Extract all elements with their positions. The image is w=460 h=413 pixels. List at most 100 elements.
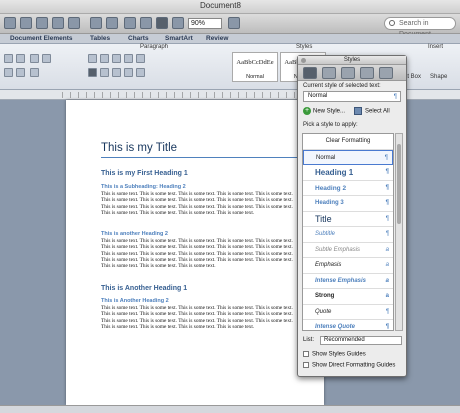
- doc-heading-2: This is another Heading 2: [101, 231, 168, 237]
- paragraph-mark-icon: ¶: [385, 231, 389, 237]
- change-case-icon[interactable]: [30, 54, 39, 63]
- bullets-icon[interactable]: [88, 54, 97, 63]
- line-spacing-icon[interactable]: [136, 68, 145, 77]
- undo-icon[interactable]: [90, 17, 102, 29]
- style-item-intense-quote[interactable]: Intense Quote ¶: [303, 320, 393, 330]
- increase-indent-icon[interactable]: [136, 54, 145, 63]
- reference-tools-icon[interactable]: [379, 67, 393, 79]
- shape-label[interactable]: Shape: [430, 74, 447, 80]
- formatting-palette-icon[interactable]: [322, 67, 336, 79]
- align-center-icon[interactable]: [100, 68, 109, 77]
- character-style-icon: a: [385, 277, 389, 284]
- style-item-subtle-emphasis[interactable]: Subtle Emphasis a: [303, 243, 393, 258]
- style-item-quote[interactable]: Quote ¶: [303, 305, 393, 320]
- style-item-emphasis[interactable]: Emphasis a: [303, 258, 393, 274]
- tab-review[interactable]: Review: [206, 34, 228, 44]
- palette-tools: [298, 65, 406, 81]
- search-input[interactable]: Search in Document: [384, 17, 456, 38]
- paragraph-mark-icon: ¶: [385, 324, 389, 330]
- numbering-icon[interactable]: [100, 54, 109, 63]
- tab-document-elements[interactable]: Document Elements: [10, 34, 73, 44]
- redo-icon[interactable]: [106, 17, 118, 29]
- doc-paragraph: This is some text. This is some text. Th…: [101, 305, 293, 330]
- list-filter-select[interactable]: Recommended: [320, 336, 402, 345]
- templates-icon[interactable]: [20, 17, 32, 29]
- title-underline: [101, 157, 301, 158]
- justify-icon[interactable]: [124, 68, 133, 77]
- styles-tool-icon[interactable]: [303, 67, 317, 79]
- paragraph-mark-icon: ¶: [385, 215, 389, 222]
- doc-heading-2: This is Another Heading 2: [101, 298, 169, 304]
- select-all-icon: [354, 107, 362, 115]
- citations-icon[interactable]: [360, 67, 374, 79]
- character-style-icon: a: [385, 293, 389, 299]
- current-style-field[interactable]: Normal ¶: [303, 91, 401, 102]
- show-direct-formatting-checkbox[interactable]: Show Direct Formatting Guides: [303, 362, 395, 369]
- new-document-icon[interactable]: [4, 17, 16, 29]
- close-icon[interactable]: [301, 58, 306, 63]
- align-right-icon[interactable]: [112, 68, 121, 77]
- doc-paragraph: This is some text. This is some text. Th…: [101, 191, 293, 216]
- tab-charts[interactable]: Charts: [128, 34, 149, 44]
- help-icon[interactable]: [228, 17, 240, 29]
- search-icon: [389, 20, 395, 26]
- style-list[interactable]: Clear Formatting Normal ¶ Heading 1 ¶ Head…: [302, 133, 394, 331]
- style-item-heading-2[interactable]: Heading 2 ¶: [303, 181, 393, 196]
- sidebar-icon[interactable]: [140, 17, 152, 29]
- style-item-intense-emphasis[interactable]: Intense Emphasis a: [303, 274, 393, 289]
- style-item-normal[interactable]: Normal ¶: [303, 149, 393, 165]
- styles-palette[interactable]: Styles Current style of selected text: N…: [297, 55, 407, 377]
- paragraph-mark-icon: ¶: [385, 169, 389, 175]
- save-icon[interactable]: [52, 17, 64, 29]
- document-page[interactable]: This is my Title This is my First Headin…: [66, 100, 324, 405]
- paragraph-mark-icon: ¶: [385, 184, 389, 191]
- ribbon-style-normal[interactable]: AaBbCcDdEe Normal: [232, 52, 278, 82]
- font-color-icon[interactable]: [16, 68, 25, 77]
- palette-title-bar[interactable]: Styles: [298, 56, 406, 65]
- tab-tables[interactable]: Tables: [90, 34, 110, 44]
- show-styles-guides-checkbox[interactable]: Show Styles Guides: [303, 351, 366, 358]
- style-item-strong[interactable]: Strong a: [303, 289, 393, 305]
- multilevel-list-icon[interactable]: [112, 54, 121, 63]
- clear-format-icon[interactable]: [42, 54, 51, 63]
- open-icon[interactable]: [36, 17, 48, 29]
- align-left-icon[interactable]: [88, 68, 97, 77]
- media-browser-icon[interactable]: [172, 17, 184, 29]
- style-item-title[interactable]: Title ¶: [303, 212, 393, 227]
- plus-icon: +: [303, 107, 311, 115]
- doc-heading-2: This is a Subheading: Heading 2: [101, 184, 186, 190]
- character-style-icon: a: [385, 262, 389, 268]
- doc-title: This is my Title: [101, 142, 178, 154]
- zoom-select[interactable]: 90%: [188, 18, 222, 29]
- style-item-clear-formatting[interactable]: Clear Formatting: [303, 134, 393, 150]
- style-list-scrollbar[interactable]: [395, 133, 403, 331]
- font-size-up-icon[interactable]: [4, 54, 13, 63]
- select-all-button[interactable]: Select All: [354, 107, 390, 115]
- character-style-icon: a: [385, 246, 389, 253]
- paragraph-mark-icon: ¶: [393, 94, 397, 100]
- style-item-heading-3[interactable]: Heading 3 ¶: [303, 196, 393, 212]
- decrease-indent-icon[interactable]: [124, 54, 133, 63]
- style-item-subtitle[interactable]: Subtitle ¶: [303, 227, 393, 243]
- print-icon[interactable]: [68, 17, 80, 29]
- paragraph-mark-icon: ¶: [385, 308, 389, 315]
- insert-group-label: Insert: [428, 44, 444, 50]
- ribbon-tabs: Document Elements Tables Charts SmartArt…: [0, 34, 460, 44]
- style-item-heading-1[interactable]: Heading 1 ¶: [303, 165, 393, 181]
- paragraph-mark-icon: ¶: [385, 200, 389, 206]
- highlight-icon[interactable]: [30, 68, 39, 77]
- object-palette-icon[interactable]: [341, 67, 355, 79]
- tab-smartart[interactable]: SmartArt: [165, 34, 193, 44]
- pick-style-label: Pick a style to apply:: [303, 122, 358, 128]
- font-size-down-icon[interactable]: [16, 54, 25, 63]
- paragraph-marks-icon[interactable]: [124, 17, 136, 29]
- new-style-button[interactable]: + New Style...: [303, 107, 345, 115]
- current-style-label: Current style of selected text:: [303, 83, 381, 89]
- doc-heading-1: This is Another Heading 1: [101, 285, 188, 292]
- list-filter: List: Recommended: [303, 336, 402, 345]
- window-title: Document8: [200, 1, 241, 10]
- text-effects-icon[interactable]: [4, 68, 13, 77]
- toolbox-icon[interactable]: [156, 17, 168, 29]
- title-bar: Document8: [0, 0, 460, 14]
- status-bar: [0, 405, 460, 413]
